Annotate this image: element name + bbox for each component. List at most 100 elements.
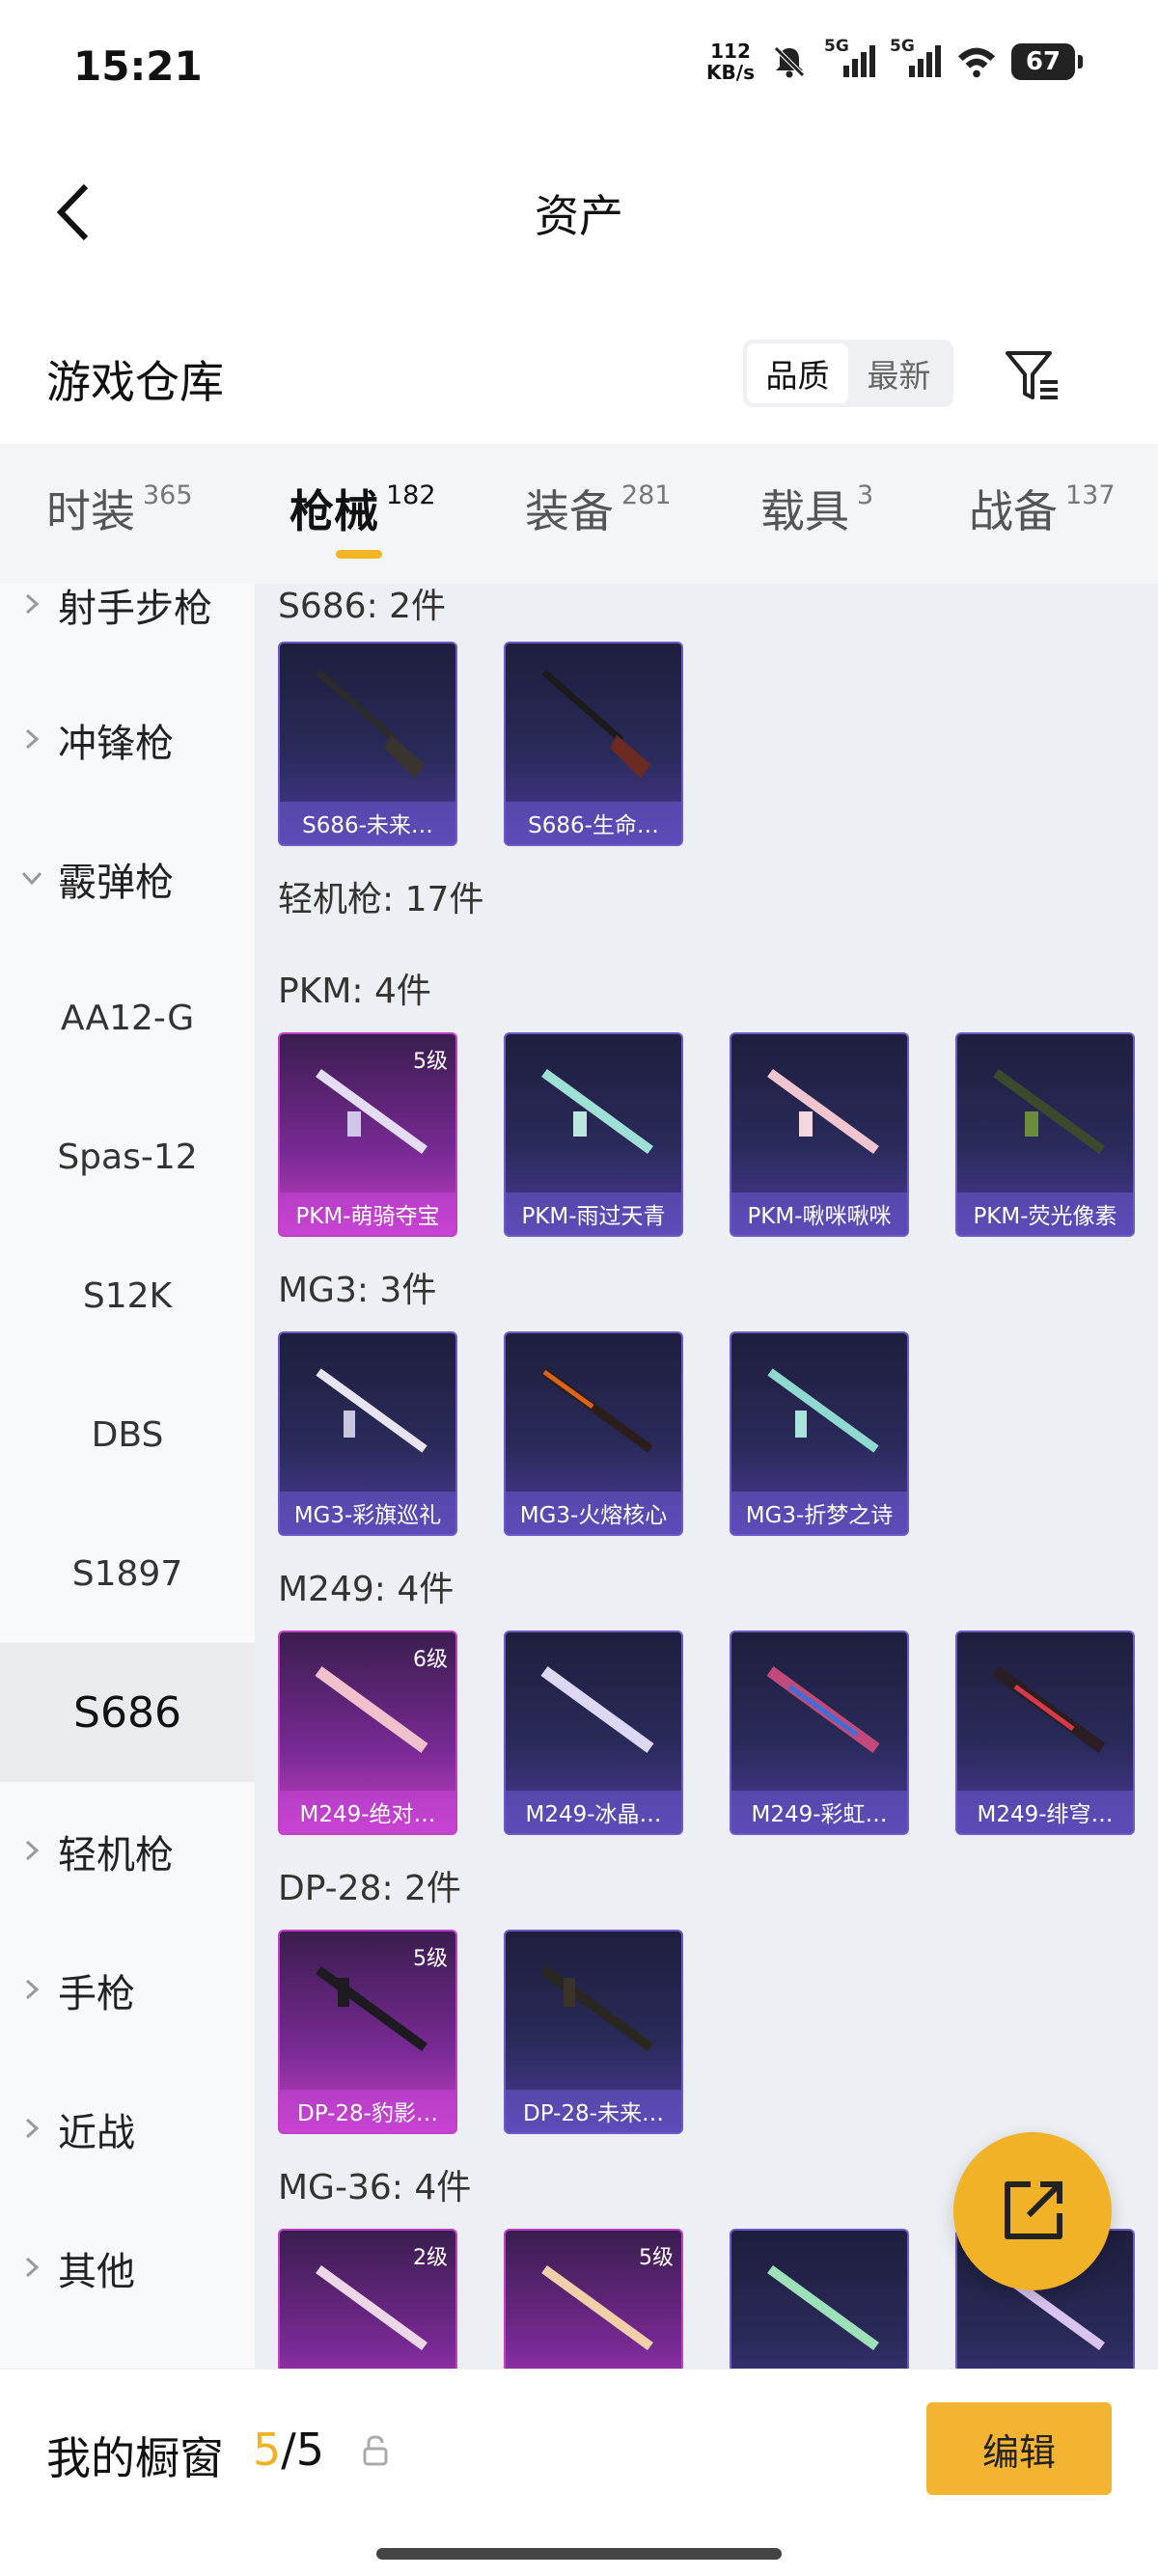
sidebar-item-s12k[interactable]: S12K [0, 1226, 255, 1365]
sidebar-item-s686[interactable]: S686 [0, 1643, 255, 1782]
section-title: MG3: 3件 [278, 1271, 437, 1310]
item-card[interactable]: M249-绯穹… [955, 1631, 1135, 1835]
sort-quality[interactable]: 品质 [747, 343, 848, 403]
shotgun-icon [541, 670, 650, 779]
item-name: PKM-雨过天青 [506, 1192, 681, 1235]
sidebar-label: 手枪 [58, 1972, 135, 2016]
machine-gun-icon [541, 1965, 653, 2052]
chevron-right-icon [25, 1979, 40, 2000]
sidebar-item-lmg[interactable]: 轻机枪 [0, 1782, 255, 1921]
sidebar-item-other[interactable]: 其他 [0, 2199, 255, 2338]
sidebar-label: 其他 [58, 2250, 135, 2294]
sort-newest[interactable]: 最新 [848, 343, 950, 403]
battery-icon: 67 [1011, 43, 1083, 80]
sidebar-item-pistol[interactable]: 手枪 [0, 1921, 255, 2060]
machine-gun-icon [316, 1368, 427, 1453]
net-speed-value: 112 [710, 40, 751, 63]
filter-icon [1006, 351, 1058, 399]
item-card[interactable]: 5级 DP-28-豹影… [278, 1930, 457, 2134]
item-card[interactable]: S686-生命… [504, 642, 683, 846]
tab-equipment[interactable]: 装备 281 [525, 477, 672, 540]
signal-5g-icon: 5G [824, 37, 876, 83]
share-button[interactable] [953, 2132, 1112, 2290]
page-title: 资产 [535, 190, 623, 242]
item-card[interactable]: PKM-荧光像素 [955, 1032, 1135, 1237]
section-title: PKM: 4件 [278, 972, 431, 1011]
chevron-right-icon [25, 728, 40, 750]
rifle-icon [767, 2264, 879, 2351]
tab-count: 182 [386, 480, 436, 510]
chevron-right-icon [25, 593, 40, 615]
section-title: MG-36: 4件 [278, 2168, 472, 2207]
machine-gun-icon [767, 1068, 879, 1155]
net-speed-unit: KB/s [706, 61, 755, 84]
sim2-label: 5G [890, 37, 915, 56]
sidebar-label: 射手步枪 [58, 587, 212, 631]
section-title: DP-28: 2件 [278, 1869, 461, 1908]
machine-gun-icon [767, 1368, 879, 1453]
tab-vehicles[interactable]: 载具 3 [760, 477, 873, 540]
chevron-right-icon [25, 2118, 40, 2139]
weapon-type-sidebar: 射手步枪 冲锋枪 霰弹枪 AA12-G Spas-12 S12K DBS S18… [0, 584, 255, 2369]
sidebar-label: 近战 [58, 2111, 135, 2155]
sidebar-item-aa12g[interactable]: AA12-G [0, 948, 255, 1087]
chevron-right-icon [25, 1840, 40, 1861]
item-card[interactable]: MG3-折梦之诗 [730, 1331, 909, 1536]
tab-label: 时装 [46, 485, 135, 537]
sidebar-item-shotgun[interactable]: 霰弹枪 [0, 809, 255, 948]
sidebar-item-smg[interactable]: 冲锋枪 [0, 671, 255, 809]
sidebar-label: 冲锋枪 [58, 722, 174, 766]
sidebar-item-melee[interactable]: 近战 [0, 2060, 255, 2199]
tab-guns[interactable]: 枪械 182 [290, 477, 436, 540]
item-name: MG3-火熔核心 [506, 1492, 681, 1534]
sidebar-item-s1897[interactable]: S1897 [0, 1504, 255, 1643]
tab-label: 载具 [760, 485, 849, 537]
filter-button[interactable] [994, 340, 1071, 413]
item-name: PKM-啾咪啾咪 [731, 1192, 907, 1235]
tab-supplies[interactable]: 战备 137 [969, 477, 1116, 540]
weapon-grid: S686: 2件 S686-未来… S686-生命… 轻机枪: 17件 PKM:… [255, 584, 1158, 2369]
showcase-current: 5 [253, 2424, 282, 2476]
item-card[interactable]: 5级 PKM-萌骑夺宝 [278, 1032, 457, 1237]
machine-gun-icon [766, 1666, 880, 1753]
item-level: 6级 [413, 1648, 448, 1672]
item-card[interactable]: S686-未来… [278, 642, 457, 846]
showcase-bar: 我的橱窗 5/5 编辑 [0, 2369, 1158, 2576]
item-name: M249-彩虹… [731, 1791, 907, 1833]
item-card[interactable]: 2级 [278, 2229, 457, 2369]
sim1-label: 5G [824, 37, 849, 56]
item-level: 5级 [413, 1947, 448, 1971]
item-name: DP-28-未来… [506, 2090, 681, 2132]
sidebar-item-dbs[interactable]: DBS [0, 1365, 255, 1504]
item-card[interactable]: PKM-雨过天青 [504, 1032, 683, 1237]
sidebar-label: 轻机枪 [58, 1833, 174, 1877]
status-time: 15:21 [73, 42, 203, 90]
item-name: DP-28-豹影… [280, 2090, 455, 2132]
item-name: PKM-荧光像素 [957, 1192, 1133, 1235]
item-card[interactable] [730, 2229, 909, 2369]
bell-muted-icon [768, 41, 811, 83]
item-card[interactable]: M249-冰晶… [504, 1631, 683, 1835]
machine-gun-icon [992, 1666, 1106, 1753]
item-card[interactable]: 5级 [504, 2229, 683, 2369]
item-card[interactable]: 6级 M249-绝对… [278, 1631, 457, 1835]
app-header: 资产 [0, 145, 1158, 280]
sidebar-label: 霰弹枪 [58, 861, 174, 905]
edit-button[interactable]: 编辑 [926, 2402, 1112, 2495]
item-card[interactable]: MG3-火熔核心 [504, 1331, 683, 1536]
item-card[interactable]: M249-彩虹… [730, 1631, 909, 1835]
status-bar: 15:21 112 KB/s 5G 5G 67 [0, 0, 1158, 135]
item-card[interactable]: PKM-啾咪啾咪 [730, 1032, 909, 1237]
item-name: PKM-萌骑夺宝 [280, 1192, 455, 1235]
item-name: S686-生命… [506, 802, 681, 844]
item-card[interactable]: MG3-彩旗巡礼 [278, 1331, 457, 1536]
item-level: 2级 [413, 2246, 448, 2270]
sidebar-item-marksman[interactable]: 射手步枪 [0, 584, 255, 674]
machine-gun-icon [541, 1068, 653, 1155]
sidebar-item-spas12[interactable]: Spas-12 [0, 1087, 255, 1226]
sort-toggle: 品质 最新 [743, 340, 953, 407]
item-name: MG3-折梦之诗 [731, 1492, 907, 1534]
tab-fashion[interactable]: 时装 365 [46, 477, 193, 540]
tab-count: 137 [1065, 480, 1116, 510]
item-card[interactable]: DP-28-未来… [504, 1930, 683, 2134]
